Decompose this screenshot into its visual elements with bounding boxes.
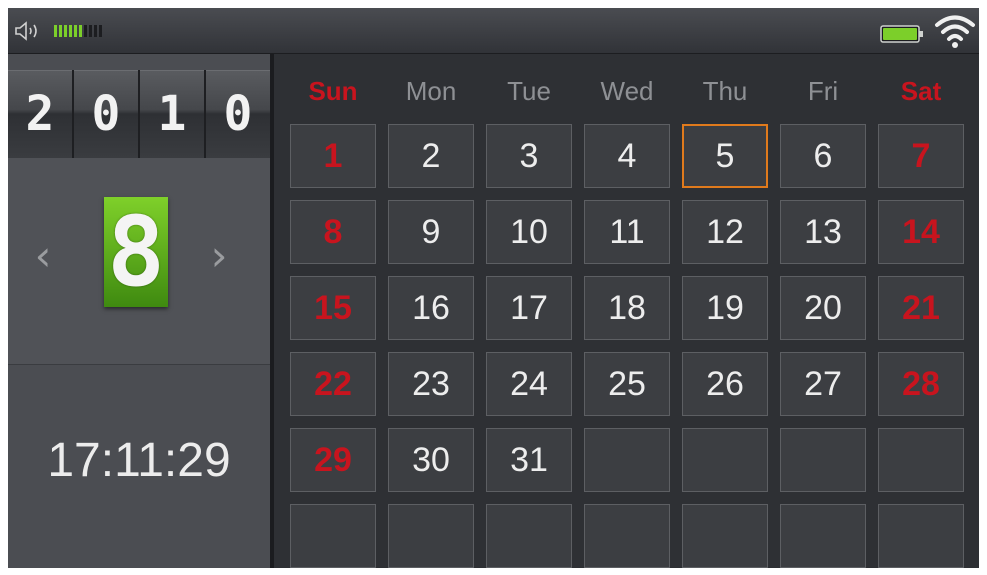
status-bar xyxy=(8,8,979,54)
volume-bar xyxy=(64,25,67,37)
calendar-cell-empty xyxy=(878,428,964,492)
month-selector: ‹ 8 › xyxy=(8,158,270,365)
day-header-thu: Thu xyxy=(702,76,748,106)
calendar-cell-empty xyxy=(388,504,474,568)
calendar-day-15[interactable]: 15 xyxy=(290,276,376,340)
calendar-cell-empty xyxy=(780,428,866,492)
year-digit-text: 0 xyxy=(223,86,253,142)
calendar-day-16[interactable]: 16 xyxy=(388,276,474,340)
volume-bar xyxy=(99,25,102,37)
calendar-day-13[interactable]: 13 xyxy=(780,200,866,264)
calendar-cell-empty xyxy=(682,504,768,568)
volume-bar xyxy=(94,25,97,37)
calendar-day-25[interactable]: 25 xyxy=(584,352,670,416)
year-digit-text: 0 xyxy=(91,86,121,142)
calendar-day-17[interactable]: 17 xyxy=(486,276,572,340)
day-header-wed: Wed xyxy=(600,76,654,106)
calendar-cell-empty xyxy=(584,428,670,492)
volume-bar xyxy=(54,25,57,37)
calendar-day-23[interactable]: 23 xyxy=(388,352,474,416)
volume-bar xyxy=(59,25,62,37)
calendar-day-30[interactable]: 30 xyxy=(388,428,474,492)
day-header-fri: Fri xyxy=(807,76,839,106)
day-header-tue: Tue xyxy=(507,76,551,106)
day-header-sun: Sun xyxy=(308,76,358,106)
calendar-day-10[interactable]: 10 xyxy=(486,200,572,264)
calendar-day-7[interactable]: 7 xyxy=(878,124,964,188)
volume-bar xyxy=(84,25,87,37)
year-digit-text: 1 xyxy=(157,86,187,142)
wifi-icon[interactable] xyxy=(934,13,976,49)
calendar-day-6[interactable]: 6 xyxy=(780,124,866,188)
calendar-cell-empty xyxy=(486,504,572,568)
year-digit-2: 0 xyxy=(74,70,138,158)
calendar-day-9[interactable]: 9 xyxy=(388,200,474,264)
calendar-day-4[interactable]: 4 xyxy=(584,124,670,188)
calendar-cell-empty xyxy=(584,504,670,568)
calendar-day-29[interactable]: 29 xyxy=(290,428,376,492)
calendar-day-19[interactable]: 19 xyxy=(682,276,768,340)
year-digit-text: 2 xyxy=(25,86,55,142)
calendar-day-28[interactable]: 28 xyxy=(878,352,964,416)
calendar-day-3[interactable]: 3 xyxy=(486,124,572,188)
calendar-day-8[interactable]: 8 xyxy=(290,200,376,264)
calendar-screen: 2 0 1 0 ‹ 8 › 17:11:29 Sun Mon Tue Wed Thu Fr… xyxy=(8,8,979,568)
volume-bar xyxy=(89,25,92,37)
calendar-day-22[interactable]: 22 xyxy=(290,352,376,416)
calendar-day-2[interactable]: 2 xyxy=(388,124,474,188)
calendar-grid: Sun Mon Tue Wed Thu Fri Sat 1 2 3 4 5 6 7 8 9 10 11 12 13 14… xyxy=(274,54,979,568)
year-digit-3: 1 xyxy=(140,70,204,158)
calendar-day-20[interactable]: 20 xyxy=(780,276,866,340)
calendar-day-27[interactable]: 27 xyxy=(780,352,866,416)
day-header-mon: Mon xyxy=(405,76,457,106)
volume-bar xyxy=(79,25,82,37)
clock-area: 17:11:29 xyxy=(8,365,270,568)
month-value: 8 xyxy=(107,196,165,308)
volume-bar xyxy=(74,25,77,37)
calendar-cell-empty xyxy=(290,504,376,568)
calendar-day-18[interactable]: 18 xyxy=(584,276,670,340)
calendar-day-5[interactable]: 5 xyxy=(682,124,768,188)
year-digit-1: 2 xyxy=(8,70,72,158)
calendar-cell-empty xyxy=(682,428,768,492)
calendar-day-24[interactable]: 24 xyxy=(486,352,572,416)
calendar-cell-empty xyxy=(780,504,866,568)
volume-meter[interactable] xyxy=(54,25,102,37)
calendar-day-11[interactable]: 11 xyxy=(584,200,670,264)
calendar-day-14[interactable]: 14 xyxy=(878,200,964,264)
calendar-day-12[interactable]: 12 xyxy=(682,200,768,264)
battery-icon xyxy=(880,25,923,43)
prev-month-button[interactable]: ‹ xyxy=(28,230,58,280)
day-header-sat: Sat xyxy=(900,76,942,106)
speaker-icon[interactable] xyxy=(14,21,44,41)
volume-bar xyxy=(69,25,72,37)
next-month-button[interactable]: › xyxy=(204,230,234,280)
calendar-day-26[interactable]: 26 xyxy=(682,352,768,416)
month-display: 8 xyxy=(104,197,168,307)
calendar-day-1[interactable]: 1 xyxy=(290,124,376,188)
year-digit-4: 0 xyxy=(206,70,270,158)
calendar-cell-empty xyxy=(878,504,964,568)
date-time-panel: 2 0 1 0 ‹ 8 › 17:11:29 xyxy=(8,54,270,568)
clock-time: 17:11:29 xyxy=(47,434,231,487)
calendar-day-31[interactable]: 31 xyxy=(486,428,572,492)
year-display[interactable]: 2 0 1 0 xyxy=(8,70,270,158)
calendar-day-21[interactable]: 21 xyxy=(878,276,964,340)
